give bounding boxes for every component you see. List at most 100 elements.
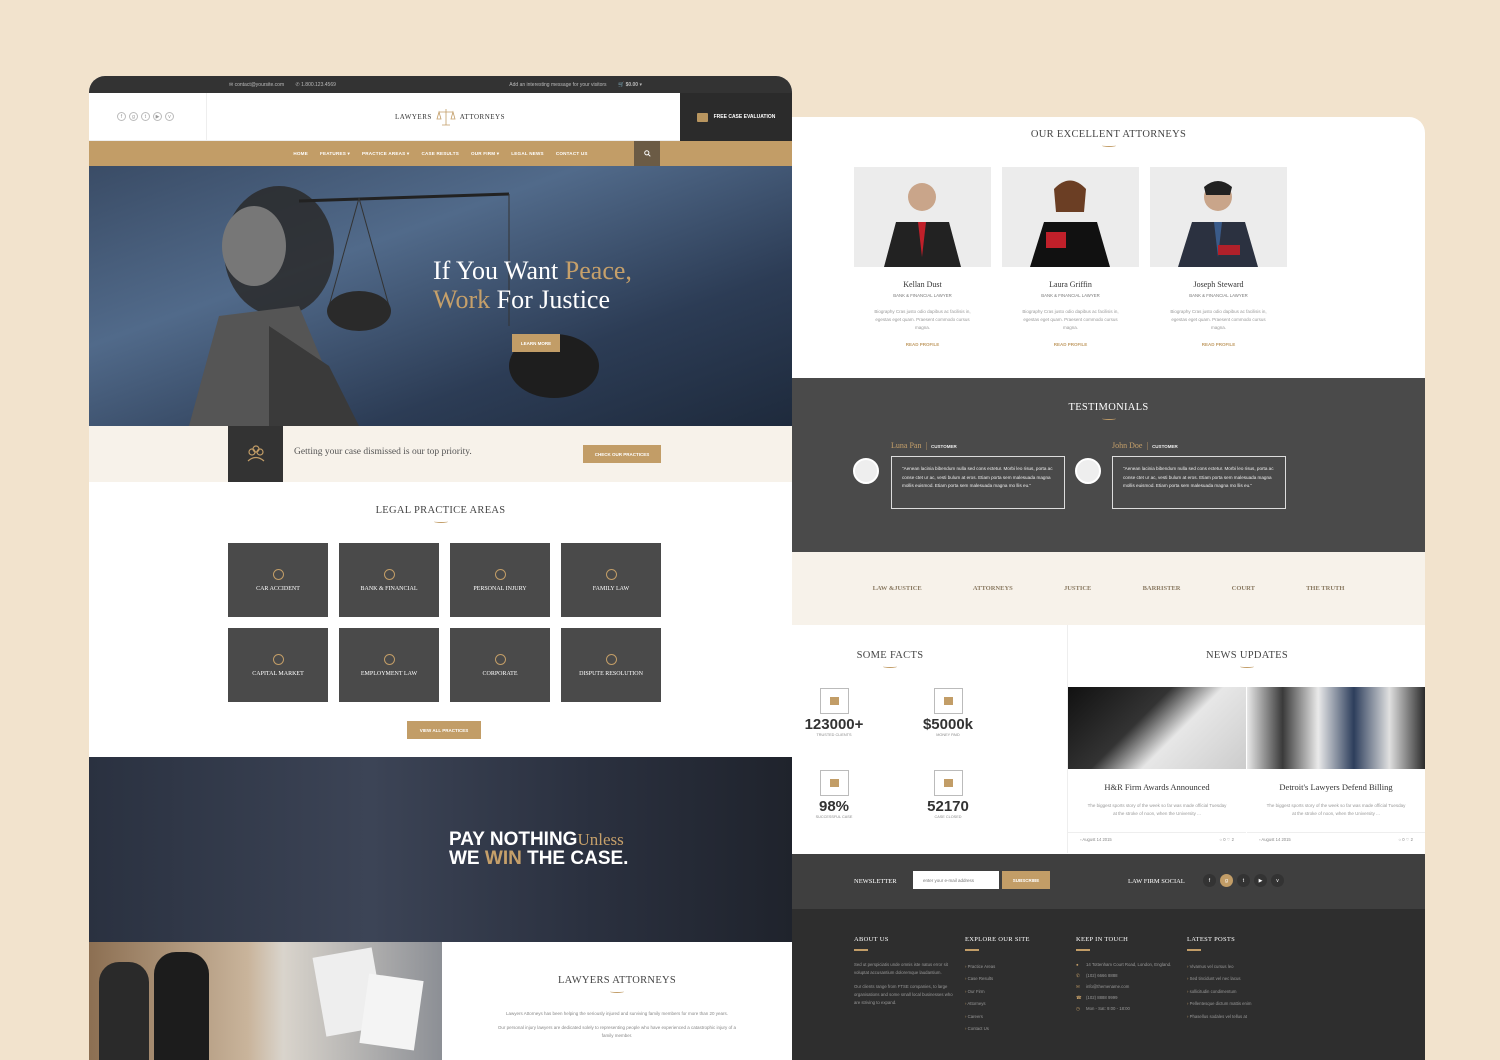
clients-icon <box>819 688 849 714</box>
title-ornament <box>1240 665 1254 668</box>
newsletter-email-input[interactable] <box>913 871 999 889</box>
tile-car-accident[interactable]: CAR ACCIDENT <box>228 543 328 617</box>
tile-employment-law[interactable]: EMPLOYMENT LAW <box>339 628 439 702</box>
twitter-icon[interactable]: t <box>1237 874 1250 887</box>
footer-post-link[interactable]: Vivamus vel cursus leo <box>1187 961 1287 974</box>
news-headline[interactable]: H&R Firm Awards Announced <box>1068 782 1246 792</box>
view-all-practices-button[interactable]: VIEW ALL PRACTICES <box>407 721 481 739</box>
footer-link[interactable]: Careers <box>965 1011 1065 1024</box>
footer-link[interactable]: Our Firm <box>965 986 1065 999</box>
attorney-card[interactable]: Laura Griffin BANK & FINANCIAL LAWYER Bi… <box>1002 167 1139 347</box>
news-meta: ▫ August 14 2015 ○ 0 ♡ 2 <box>1247 832 1425 846</box>
title-ornament <box>1101 144 1116 147</box>
footer-phone[interactable]: ✆ (102) 6666 8888 <box>1076 972 1176 980</box>
twitter-icon[interactable]: t <box>141 112 150 121</box>
googleplus-icon[interactable]: g <box>129 112 138 121</box>
footer-post-link[interactable]: sollicitudin condimentum <box>1187 986 1287 999</box>
priority-icon-box <box>228 426 283 482</box>
moneybag-icon <box>383 568 395 580</box>
news-image <box>1247 687 1425 769</box>
logo-barrister[interactable]: BARRISTER <box>1143 585 1181 592</box>
about-title: LAWYERS ATTORNEYS <box>557 975 677 986</box>
footer-fax: ☎ (102) 8888 9999 <box>1076 994 1118 1000</box>
nav-contact-us[interactable]: CONTACT US <box>556 151 588 156</box>
nav-home[interactable]: HOME <box>293 151 308 156</box>
attorney-role: BANK & FINANCIAL LAWYER <box>1189 293 1248 298</box>
nav-legal-news[interactable]: LEGAL NEWS <box>511 151 544 156</box>
homepage-left-preview: ✉ contact@yoursite.com ✆ 1.800.123.4569 … <box>89 76 792 1060</box>
footer-post-link[interactable]: Sed tincidunt vel nec lacus <box>1187 973 1287 986</box>
footer-link[interactable]: Attorneys <box>965 998 1065 1011</box>
footer-post-link[interactable]: Pellentesque dictum mattis enim <box>1187 998 1287 1011</box>
tile-family-law[interactable]: FAMILY LAW <box>561 543 661 617</box>
nav-practice-areas[interactable]: PRACTICE AREAS ▾ <box>362 151 409 157</box>
read-profile-link[interactable]: READ PROFILE <box>1150 342 1287 347</box>
vimeo-icon[interactable]: v <box>1271 874 1284 887</box>
footer-link[interactable]: Contact Us <box>965 1023 1065 1036</box>
footer-heading: EXPLORE OUR SITE <box>965 936 1030 943</box>
tile-dispute-resolution[interactable]: DISPUTE RESOLUTION <box>561 628 661 702</box>
news-card[interactable]: H&R Firm Awards Announced The biggest sp… <box>1068 687 1246 846</box>
tile-capital-market[interactable]: CAPITAL MARKET <box>228 628 328 702</box>
facebook-icon[interactable]: f <box>1203 874 1216 887</box>
facts-heading: SOME FACTS <box>792 650 988 668</box>
about-paragraph-2: Our personal injury lawyers are dedicate… <box>497 1025 737 1038</box>
site-logo[interactable]: LAWYERS ATTORNEYS <box>395 107 505 127</box>
footer-link[interactable]: Case Results <box>965 973 1065 986</box>
check-practices-button[interactable]: CHECK OUR PRACTICES <box>583 445 661 463</box>
logo-text-right: ATTORNEYS <box>459 113 505 121</box>
subscribe-button[interactable]: SUBSCRIBE <box>1002 871 1050 889</box>
news-card[interactable]: Detroit's Lawyers Defend Billing The big… <box>1247 687 1425 846</box>
read-profile-link[interactable]: READ PROFILE <box>1002 342 1139 347</box>
logo-text-left: LAWYERS <box>395 113 432 121</box>
testimonial-author: Luna Pan | CUSTOMER <box>891 441 957 450</box>
googleplus-icon[interactable]: g <box>1220 874 1233 887</box>
footer-about: ABOUT US Sed ut perspiciatis unde omnis … <box>854 936 954 1007</box>
topbar-message: Add an interesting message for your visi… <box>509 81 607 88</box>
nav-our-firm[interactable]: OUR FIRM ▾ <box>471 151 499 157</box>
learn-more-button[interactable]: LEARN MORE <box>512 334 560 352</box>
tile-bank-financial[interactable]: BANK & FINANCIAL <box>339 543 439 617</box>
nav-features[interactable]: FEATURES ▾ <box>320 151 350 157</box>
news-heading: NEWS UPDATES <box>1068 650 1425 668</box>
footer-post-link[interactable]: Phasellus sodales vel tellus at <box>1187 1011 1287 1024</box>
email-link[interactable]: ✉ contact@yoursite.com <box>229 82 284 88</box>
logo-the-truth[interactable]: THE TRUTH <box>1306 585 1344 592</box>
cta-label: FREE CASE EVALUATION <box>713 114 776 120</box>
about-paragraph-1: Lawyers Attorneys has been helping the s… <box>505 1011 729 1016</box>
newsletter-bar: NEWSLETTER SUBSCRIBE LAW FIRM SOCIAL f g… <box>792 854 1425 909</box>
footer-link[interactable]: Practice Areas <box>965 961 1065 974</box>
attorney-card[interactable]: Joseph Steward BANK & FINANCIAL LAWYER B… <box>1150 167 1287 347</box>
search-button[interactable] <box>634 141 660 166</box>
top-bar: ✉ contact@yoursite.com ✆ 1.800.123.4569 … <box>89 76 792 93</box>
logo-law-justice[interactable]: LAW &JUSTICE <box>873 585 922 592</box>
car-icon <box>272 568 284 580</box>
testimonial-avatar <box>1075 458 1101 484</box>
free-case-evaluation-button[interactable]: FREE CASE EVALUATION <box>680 93 792 141</box>
youtube-icon[interactable]: ▶ <box>1254 874 1267 887</box>
nav-case-results[interactable]: CASE RESULTS <box>421 151 459 156</box>
practice-areas-section: LEGAL PRACTICE AREAS <box>89 505 792 523</box>
read-profile-link[interactable]: READ PROFILE <box>854 342 991 347</box>
footer-hours: ◷ Mon - Sat: 9:00 - 18:00 <box>1076 1005 1130 1011</box>
youtube-icon[interactable]: ▶ <box>153 112 162 121</box>
logo-court[interactable]: COURT <box>1232 585 1255 592</box>
logo-justice[interactable]: JUSTICE <box>1064 585 1091 592</box>
facebook-icon[interactable]: f <box>117 112 126 121</box>
news-headline[interactable]: Detroit's Lawyers Defend Billing <box>1247 782 1425 792</box>
practice-title: LEGAL PRACTICE AREAS <box>375 505 506 516</box>
vimeo-icon[interactable]: v <box>165 112 174 121</box>
phone-icon: ✆ <box>1076 972 1080 978</box>
tile-personal-injury[interactable]: PERSONAL INJURY <box>450 543 550 617</box>
tile-corporate[interactable]: CORPORATE <box>450 628 550 702</box>
logo-attorneys[interactable]: ATTORNEYS <box>973 585 1013 592</box>
hero-banner: If You Want Peace, Work For Justice LEARN… <box>89 166 792 426</box>
footer-email[interactable]: ✉ info@themename.com <box>1076 983 1176 991</box>
footer-contact: KEEP IN TOUCH ● 14 Tottenham Court Road, … <box>1076 936 1176 1013</box>
newsletter-label: NEWSLETTER <box>854 878 897 885</box>
cart-link[interactable]: 🛒 $0.00 ▾ <box>618 82 642 88</box>
testimonial-quote: "Aenean lacinia bibendum nulla sed cons … <box>1112 456 1286 509</box>
title-ornament <box>610 990 624 993</box>
phone-link[interactable]: ✆ 1.800.123.4569 <box>296 82 336 88</box>
attorney-card[interactable]: Kellan Dust BANK & FINANCIAL LAWYER Biog… <box>854 167 991 347</box>
